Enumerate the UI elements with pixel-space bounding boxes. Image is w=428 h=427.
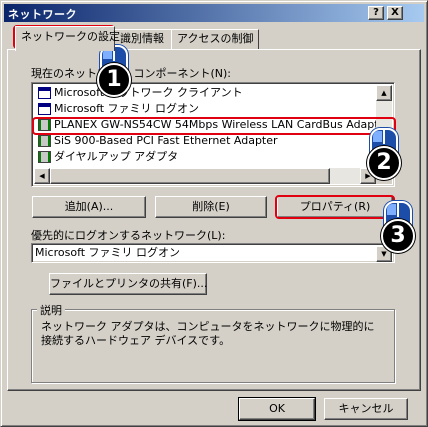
logon-select-value: Microsoft ファミリ ログオン bbox=[35, 246, 181, 259]
list-item[interactable]: Microsoft ファミリ ログオン bbox=[34, 101, 199, 117]
network-card-icon bbox=[38, 151, 51, 163]
step-number-badge: 1 bbox=[97, 63, 131, 97]
add-button[interactable]: 追加(A)... bbox=[32, 196, 146, 218]
mouse-left-button-icon bbox=[373, 131, 382, 142]
callout-1: 1 bbox=[95, 45, 133, 101]
list-item-label: ダイヤルアップ アダプタ bbox=[54, 150, 179, 163]
list-item[interactable]: ダイヤルアップ アダプタ bbox=[34, 149, 178, 165]
list-item[interactable]: Microsoft ネットワーク クライアント bbox=[34, 85, 243, 101]
file-print-sharing-button[interactable]: ファイルとプリンタの共有(F)... bbox=[49, 273, 207, 295]
list-item[interactable]: SiS 900-Based PCI Fast Ethernet Adapter bbox=[34, 133, 278, 149]
cancel-button[interactable]: キャンセル bbox=[324, 398, 408, 420]
logon-select[interactable]: Microsoft ファミリ ログオン ▼ bbox=[31, 243, 395, 263]
tab-identification-label: 識別情報 bbox=[120, 32, 164, 45]
window-title: ネットワーク bbox=[8, 8, 77, 21]
client-icon bbox=[38, 103, 51, 115]
scroll-thumb[interactable] bbox=[50, 168, 330, 184]
list-item-label: Microsoft ファミリ ログオン bbox=[54, 102, 200, 115]
mouse-left-button-icon bbox=[387, 204, 396, 215]
ok-button[interactable]: OK bbox=[238, 397, 316, 421]
remove-button[interactable]: 削除(E) bbox=[155, 196, 267, 218]
tab-access-control[interactable]: アクセスの制御 bbox=[171, 29, 259, 49]
mouse-divider bbox=[383, 130, 385, 144]
client-icon bbox=[38, 87, 51, 99]
scroll-up-button[interactable]: ▲ bbox=[376, 85, 392, 101]
horizontal-scrollbar[interactable]: ◀ ▶ bbox=[34, 168, 376, 184]
tab-network-settings-label: ネットワークの設定 bbox=[21, 30, 120, 43]
list-item-label: Microsoft ネットワーク クライアント bbox=[54, 86, 243, 99]
logon-label: 優先的にログオンするネットワーク(L): bbox=[31, 229, 226, 242]
description-title: 説明 bbox=[37, 302, 65, 318]
tab-access-control-label: アクセスの制御 bbox=[177, 32, 254, 45]
highlight-adapter-row bbox=[32, 117, 396, 135]
network-dialog: ネットワーク ? X ネットワークの設定 識別情報 アクセスの制御 現在のネット… bbox=[0, 0, 428, 427]
step-number-badge: 3 bbox=[381, 219, 415, 253]
scroll-left-button[interactable]: ◀ bbox=[34, 168, 50, 184]
list-item-label: SiS 900-Based PCI Fast Ethernet Adapter bbox=[54, 134, 278, 147]
callout-3: 3 bbox=[379, 201, 417, 257]
tab-network-settings[interactable]: ネットワークの設定 bbox=[15, 26, 120, 51]
close-button[interactable]: X bbox=[387, 6, 403, 20]
callout-2: 2 bbox=[365, 128, 403, 184]
highlight-properties bbox=[275, 195, 395, 219]
mouse-divider bbox=[397, 203, 399, 217]
help-button[interactable]: ? bbox=[368, 6, 384, 20]
network-card-icon bbox=[38, 135, 51, 147]
description-text: ネットワーク アダプタは、コンピュータをネットワークに物理的に接続するハードウェ… bbox=[41, 320, 375, 347]
title-bar[interactable]: ネットワーク ? X bbox=[4, 4, 424, 22]
step-number-badge: 2 bbox=[367, 146, 401, 180]
